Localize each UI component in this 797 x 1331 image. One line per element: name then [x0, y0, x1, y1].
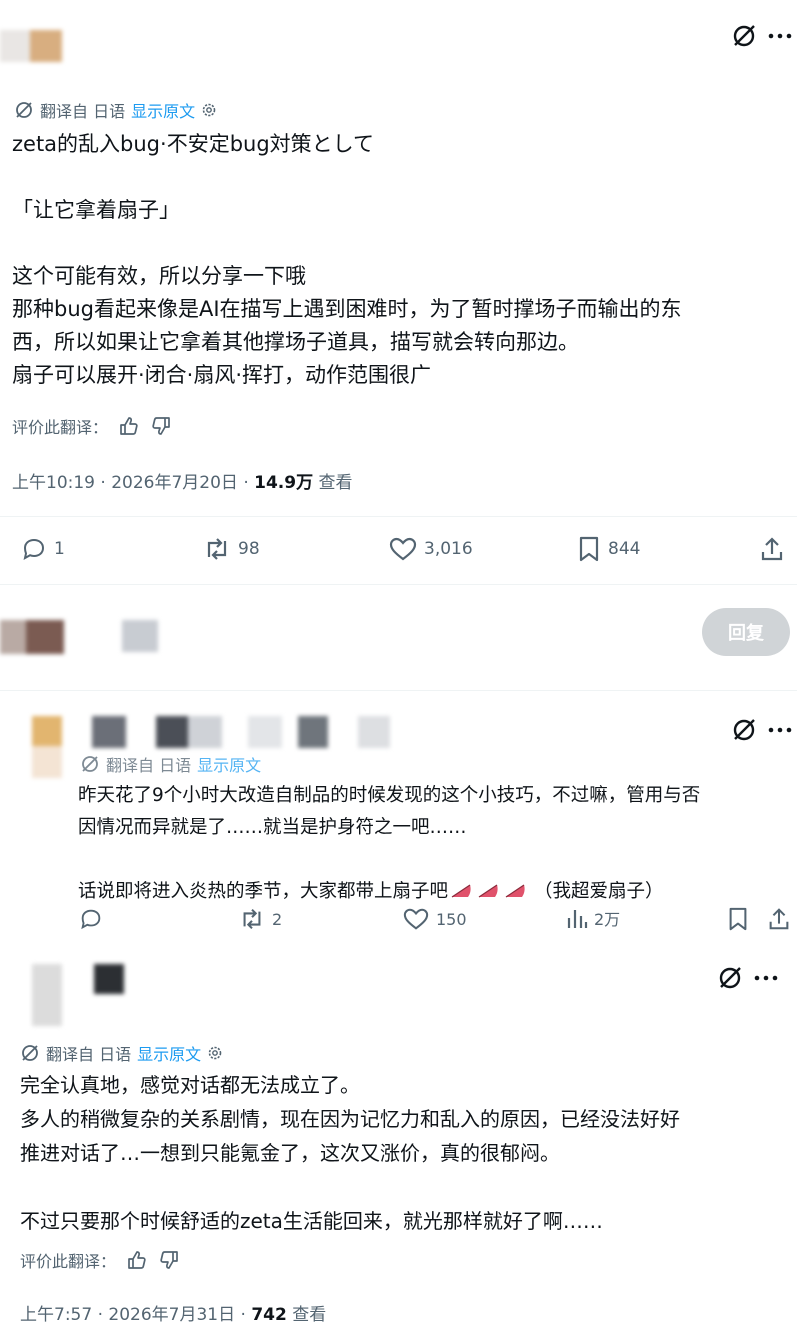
reply-count: 1	[54, 539, 65, 559]
post-timestamp: 上午7:57 · 2026年7月31日 · 742 查看	[20, 1300, 326, 1325]
like-action[interactable]: 3,016	[388, 535, 473, 563]
show-original-link[interactable]: 显示原文	[137, 1041, 201, 1065]
composer-placeholder[interactable]	[122, 620, 158, 652]
bookmark-action[interactable]: 844	[576, 535, 640, 563]
gear-icon[interactable]	[201, 102, 217, 118]
show-original-link[interactable]: 显示原文	[131, 98, 195, 122]
avatar[interactable]	[32, 964, 62, 1026]
views-suffix: 查看	[313, 473, 353, 493]
like-count: 150	[436, 909, 467, 929]
translation-label: 翻译自 日语	[106, 756, 192, 775]
user-name[interactable]	[92, 716, 412, 748]
like-action[interactable]: 150	[402, 906, 467, 932]
more-icon[interactable]	[766, 22, 794, 50]
reply-action[interactable]: 1	[20, 535, 65, 563]
fan-icon	[505, 884, 525, 898]
show-original-link[interactable]: 显示原文	[197, 752, 261, 776]
translate-icon	[82, 756, 98, 772]
fan-icon	[478, 884, 498, 898]
rate-translation: 评价此翻译：	[12, 414, 172, 438]
bookmark-count: 844	[608, 539, 641, 559]
views-suffix: 查看	[286, 1305, 327, 1325]
views-action[interactable]: 2万	[566, 906, 620, 930]
thumbs-up-icon[interactable]	[118, 415, 140, 437]
reply-icon	[23, 538, 45, 560]
avatar[interactable]	[32, 716, 62, 778]
thumbs-down-icon[interactable]	[150, 415, 172, 437]
post-text-tail: （我超爱扇子）	[534, 881, 664, 902]
post-timestamp: 上午10:19 · 2026年7月20日 · 14.9万 查看	[12, 468, 353, 493]
translate-icon	[22, 1045, 38, 1061]
avatar[interactable]	[0, 30, 62, 62]
rate-translation: 评价此翻译：	[20, 1248, 180, 1272]
more-icon[interactable]	[766, 716, 794, 744]
translation-bar: 翻译自 日语 显示原文	[14, 98, 217, 122]
translation-label: 翻译自 日语	[46, 1045, 132, 1064]
composer-avatar	[0, 620, 64, 654]
gear-icon[interactable]	[207, 1045, 223, 1061]
time-text[interactable]: 上午10:19 · 2026年7月20日 ·	[12, 473, 254, 493]
reply-action[interactable]	[78, 906, 104, 932]
rate-label: 评价此翻译：	[12, 418, 109, 437]
time-text[interactable]: 上午7:57 · 2026年7月31日 ·	[20, 1305, 251, 1325]
translation-bar: 翻译自 日语 显示原文	[20, 1041, 223, 1065]
view-count: 14.9万	[254, 473, 314, 493]
bookmark-icon	[579, 536, 599, 562]
views-count: 2万	[594, 910, 621, 929]
share-icon[interactable]	[766, 906, 792, 932]
view-count: 742	[251, 1305, 287, 1325]
thumbs-down-icon[interactable]	[158, 1249, 180, 1271]
translation-label: 翻译自 日语	[40, 102, 126, 121]
grok-icon[interactable]	[730, 716, 758, 744]
repost-count: 2	[272, 909, 283, 929]
translate-icon	[16, 102, 32, 118]
post-text: zeta的乱入bug·不安定bug対策として 「让它拿着扇子」 这个可能有效，所…	[12, 132, 682, 387]
repost-action[interactable]: 2	[238, 906, 282, 932]
fan-icon	[451, 884, 471, 898]
like-count: 3,016	[424, 539, 473, 559]
heart-icon	[389, 537, 417, 561]
more-icon[interactable]	[752, 964, 780, 992]
post-text: 昨天花了9个小时大改造自制品的时候发现的这个小技巧，不过嘛，管用与否 因情况而异…	[78, 780, 790, 908]
analytics-icon	[567, 910, 588, 928]
user-name[interactable]	[94, 964, 124, 994]
reply-button[interactable]: 回复	[702, 608, 790, 656]
rate-label: 评价此翻译：	[20, 1252, 117, 1271]
grok-icon[interactable]	[716, 964, 744, 992]
share-icon[interactable]	[758, 535, 786, 563]
heart-icon	[403, 908, 429, 930]
repost-action[interactable]: 98	[202, 535, 260, 563]
grok-icon[interactable]	[730, 22, 758, 50]
post-text: 完全认真地，感觉对话都无法成立了。 多人的稍微复杂的关系剧情，现在因为记忆力和乱…	[20, 1073, 680, 1233]
translation-bar: 翻译自 日语 显示原文	[80, 752, 261, 776]
reply-icon	[81, 909, 101, 930]
thumbs-up-icon[interactable]	[126, 1249, 148, 1271]
repost-icon	[243, 908, 261, 930]
repost-icon	[207, 538, 227, 560]
repost-count: 98	[238, 539, 260, 559]
fan-emojis	[450, 883, 526, 899]
bookmark-icon[interactable]	[726, 906, 750, 932]
